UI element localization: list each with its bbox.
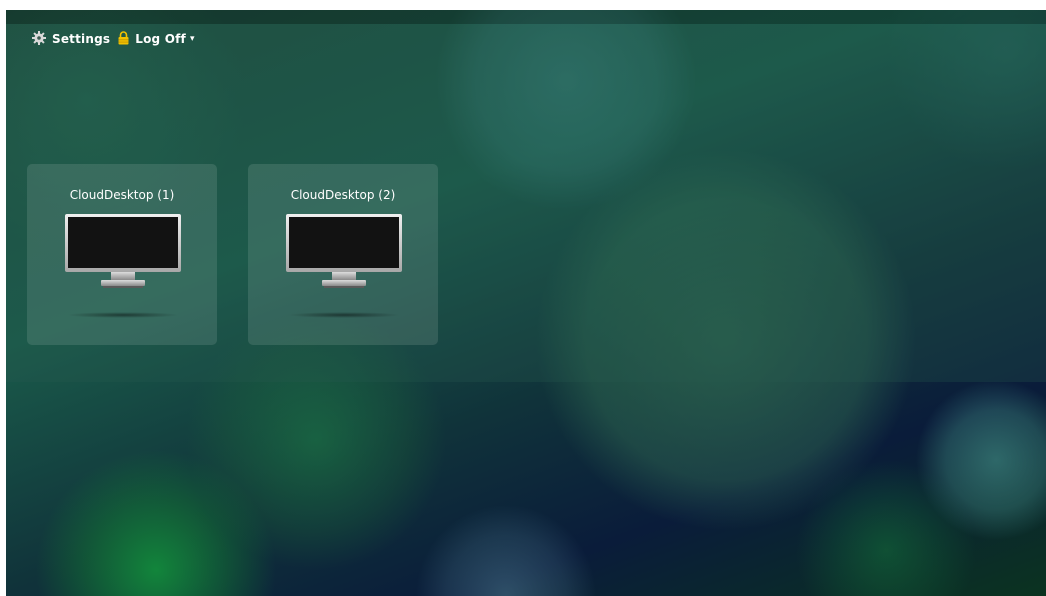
chevron-down-icon: ▾: [189, 34, 195, 44]
log-off-label: Log Off: [135, 32, 186, 46]
monitor-shadow: [288, 312, 400, 318]
desktop-background: Settings Log Off ▾ CloudDesktop (1) Clou…: [6, 10, 1046, 596]
desktop-tile-clouddesktop-1[interactable]: CloudDesktop (1): [27, 164, 217, 345]
lock-icon: [118, 30, 129, 48]
top-strip: [6, 10, 1046, 24]
gear-icon: [32, 30, 46, 48]
desktop-tile-clouddesktop-2[interactable]: CloudDesktop (2): [248, 164, 438, 345]
monitor-icon: [65, 214, 181, 296]
desktop-tile-title: CloudDesktop (1): [69, 188, 175, 202]
desktop-tile-title: CloudDesktop (2): [290, 188, 396, 202]
top-toolbar: Settings Log Off ▾: [32, 30, 202, 48]
settings-button[interactable]: Settings: [32, 30, 111, 48]
monitor-icon: [286, 214, 402, 296]
monitor-shadow: [67, 312, 179, 318]
log-off-menu-button[interactable]: Log Off ▾: [118, 30, 195, 48]
settings-label: Settings: [52, 32, 111, 46]
